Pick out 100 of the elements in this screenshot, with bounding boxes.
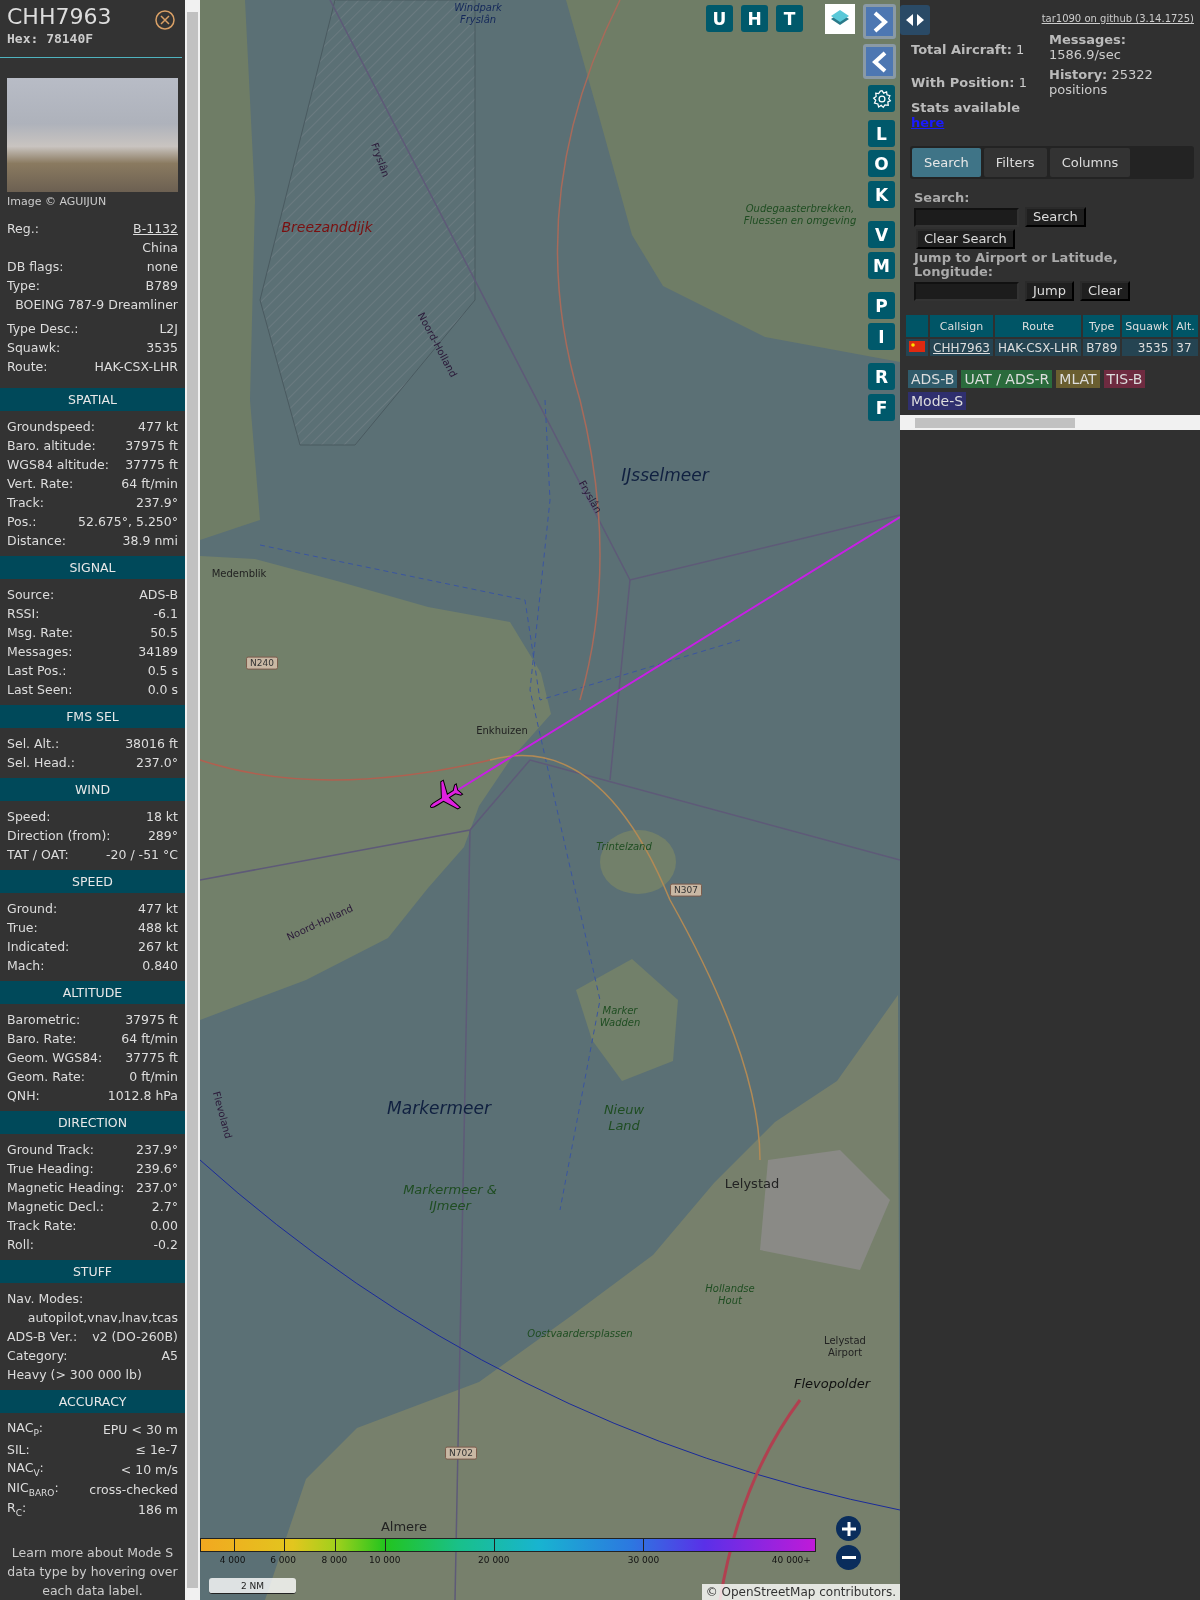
help-note: Learn more about Mode S data type by hovering over each data label. bbox=[6, 1544, 179, 1600]
field-value: EPU < 30 m bbox=[102, 1421, 178, 1437]
field-label: TAT / OAT: bbox=[7, 847, 69, 862]
left-right-arrows-icon bbox=[905, 13, 925, 27]
field-label: Magnetic Decl.: bbox=[7, 1199, 105, 1214]
field-label: Type Desc.: bbox=[7, 321, 79, 336]
version-link[interactable]: tar1090 on github (3.14.1725) bbox=[1041, 13, 1194, 24]
field-value: 38016 ft bbox=[125, 736, 178, 751]
field-label: R$_{C}$: bbox=[7, 1500, 27, 1518]
chevron-right-icon bbox=[871, 10, 888, 33]
field-label: WGS84 altitude: bbox=[7, 457, 110, 472]
field-label: SIL: bbox=[7, 1441, 30, 1457]
field-value: 1012.8 hPa bbox=[107, 1088, 178, 1103]
map-label: IJsselmeer bbox=[621, 464, 709, 486]
field-label: Source: bbox=[7, 587, 55, 602]
settings-button[interactable] bbox=[868, 85, 895, 112]
field-label: Sel. Alt.: bbox=[7, 736, 60, 751]
field-label: QNH: bbox=[7, 1088, 40, 1103]
column-header[interactable]: Callsign bbox=[930, 315, 993, 337]
map-label: Marker Wadden bbox=[598, 1005, 642, 1029]
field-value: 38.9 nmi bbox=[122, 533, 178, 548]
field-value: L2J bbox=[159, 321, 178, 336]
map-label: Markermeer & IJmeer bbox=[402, 1182, 498, 1214]
field-label: Indicated: bbox=[7, 939, 70, 954]
registration-link[interactable]: B-1132 bbox=[133, 221, 178, 236]
jump-field[interactable] bbox=[914, 281, 1019, 301]
map-toggle-button[interactable]: F bbox=[868, 394, 895, 421]
map-toggle-button[interactable]: O bbox=[868, 150, 895, 177]
field-label: ADS-B Ver.: bbox=[7, 1329, 78, 1344]
expand-button[interactable] bbox=[863, 4, 896, 39]
field-value: 237.0° bbox=[135, 755, 178, 770]
map-label: N702 bbox=[445, 1446, 477, 1460]
field-value: autopilot,vnav,lnav,tcas bbox=[27, 1310, 178, 1325]
jump-label: Jump to Airport or Latitude, Longitude: bbox=[914, 251, 1119, 279]
table-cell: B789 bbox=[1083, 339, 1121, 356]
column-header[interactable]: Squawk bbox=[1122, 315, 1172, 337]
scale-bar: 2 NM bbox=[209, 1578, 296, 1594]
stat-text: Total Aircraft: 1 bbox=[911, 42, 1026, 57]
map-toggle-button[interactable]: P bbox=[868, 292, 895, 319]
photo-credit: Image © AGUIJUN bbox=[6, 194, 108, 209]
map-toggle-button[interactable]: I bbox=[868, 323, 895, 350]
field-value: 18 kt bbox=[145, 809, 178, 824]
map-label: Breezanddijk bbox=[281, 218, 373, 236]
map-toggle-button[interactable]: L bbox=[868, 120, 895, 147]
field-value: 50.5 bbox=[150, 625, 178, 640]
panel-tab[interactable]: Search bbox=[912, 148, 981, 177]
vertical-scrollbar[interactable] bbox=[185, 0, 200, 1600]
field-label: Reg.: bbox=[7, 221, 39, 236]
field-label: Geom. Rate: bbox=[7, 1069, 86, 1084]
field-value: < 10 m/s bbox=[120, 1461, 178, 1477]
map-label: Flevopolder bbox=[793, 1376, 871, 1392]
altitude-tick-label: 10 000 bbox=[369, 1555, 401, 1565]
field-label: Groundspeed: bbox=[7, 419, 95, 434]
field-value: B789 bbox=[145, 278, 178, 293]
field-label: Track Rate: bbox=[7, 1218, 77, 1233]
panel-toggle-button[interactable] bbox=[900, 5, 930, 35]
search-button[interactable]: Search bbox=[1025, 207, 1086, 227]
altitude-tick-label: 4 000 bbox=[219, 1555, 246, 1565]
map-label: Windpark Fryslân bbox=[453, 2, 503, 26]
section-header: ALTITUDE bbox=[0, 981, 185, 1004]
map-toggle-button[interactable]: H bbox=[741, 5, 768, 32]
source-tag: TIS-B bbox=[1103, 370, 1146, 388]
field-label: Heavy (> 300 000 lb) bbox=[7, 1367, 142, 1382]
map-toggle-button[interactable]: R bbox=[868, 363, 895, 390]
map-toggle-button[interactable]: U bbox=[706, 5, 733, 32]
map-label: Nieuw Land bbox=[602, 1102, 646, 1134]
table-cell: 3535 bbox=[1122, 339, 1172, 356]
horizontal-scrollbar[interactable] bbox=[900, 415, 1200, 430]
search-label: Search: bbox=[914, 191, 971, 205]
jump-button[interactable]: Jump bbox=[1025, 281, 1074, 301]
column-header[interactable]: Alt. bbox=[1173, 315, 1198, 337]
openstreetmap-link[interactable]: OpenStreetMap bbox=[721, 1585, 816, 1599]
field-label: Sel. Head.: bbox=[7, 755, 75, 770]
close-icon[interactable] bbox=[155, 10, 175, 30]
section-header: WIND bbox=[0, 778, 185, 801]
field-label: Magnetic Heading: bbox=[7, 1180, 125, 1195]
field-label: Category: bbox=[7, 1348, 68, 1363]
map-toggle-button[interactable]: V bbox=[868, 221, 895, 248]
field-label: Msg. Rate: bbox=[7, 625, 74, 640]
field-label: Route: bbox=[7, 359, 48, 374]
collapse-button[interactable] bbox=[863, 44, 896, 79]
field-value: 289° bbox=[147, 828, 178, 843]
callsign-link[interactable]: CHH7963 bbox=[933, 340, 990, 355]
field-value: -0.2 bbox=[153, 1237, 178, 1252]
map-toggle-button[interactable]: T bbox=[776, 5, 803, 32]
search-field[interactable] bbox=[914, 207, 1019, 227]
column-header[interactable]: Route bbox=[994, 315, 1082, 337]
map-toggle-button[interactable]: M bbox=[868, 252, 895, 279]
map-label: Trintelzand bbox=[596, 841, 652, 853]
clear-search-button[interactable]: Clear Search bbox=[916, 229, 1015, 249]
panel-tab[interactable]: Columns bbox=[1049, 148, 1131, 177]
layers-button[interactable] bbox=[825, 4, 855, 34]
map-toggle-button[interactable]: K bbox=[868, 181, 895, 208]
panel-tab[interactable]: Filters bbox=[983, 148, 1047, 177]
clear-button[interactable]: Clear bbox=[1080, 281, 1130, 301]
field-label: Ground Track: bbox=[7, 1142, 94, 1157]
map-label: Enkhuizen bbox=[476, 725, 528, 737]
column-header[interactable]: Type bbox=[1083, 315, 1121, 337]
field-value: cross-checked bbox=[89, 1481, 178, 1497]
field-label: Barometric: bbox=[7, 1012, 81, 1027]
